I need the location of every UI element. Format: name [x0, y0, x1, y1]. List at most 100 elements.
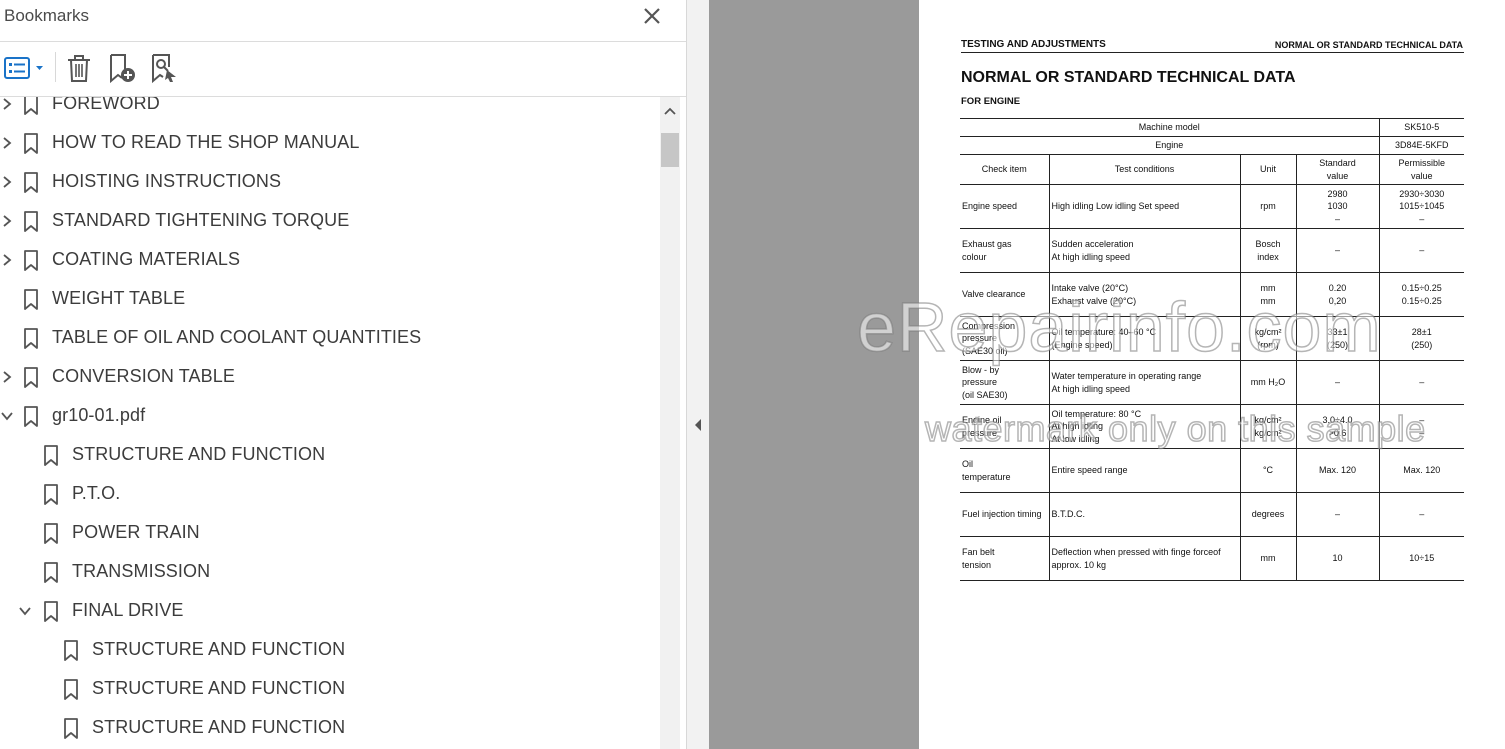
bookmark-item[interactable]: STRUCTURE AND FUNCTION	[0, 631, 660, 670]
table-cell: –	[1378, 492, 1465, 537]
page-header-left: TESTING AND ADJUSTMENTS	[961, 39, 1106, 50]
table-cell: Oil temperature: 40–60 °C (Engine speed)	[1048, 316, 1240, 361]
bookmark-icon	[23, 172, 39, 194]
bookmark-icon	[63, 679, 79, 701]
bookmark-item[interactable]: STANDARD TIGHTENING TORQUE	[0, 202, 660, 241]
table-cell: 0.15÷0.25 0.15÷0.25	[1378, 272, 1465, 317]
bookmark-icon	[23, 250, 39, 272]
bookmark-item[interactable]: TRANSMISSION	[0, 553, 660, 592]
bookmark-label: STANDARD TIGHTENING TORQUE	[52, 210, 350, 230]
engine-label: Engine	[960, 136, 1380, 155]
panel-splitter[interactable]	[687, 0, 709, 749]
bookmark-item[interactable]: CONVERSION TABLE	[0, 358, 660, 397]
bookmark-label: STRUCTURE AND FUNCTION	[72, 444, 326, 464]
chevron-right-icon[interactable]	[0, 251, 14, 269]
bookmark-label: STRUCTURE AND FUNCTION	[92, 639, 346, 659]
bookmark-label: TRANSMISSION	[72, 561, 211, 581]
document-page: TESTING AND ADJUSTMENTS NORMAL OR STANDA…	[919, 0, 1505, 749]
bookmark-icon	[43, 562, 59, 584]
scroll-up-button[interactable]	[660, 103, 680, 119]
table-cell: 0.20 0,20	[1295, 272, 1380, 317]
table-column-header: Unit	[1239, 154, 1296, 185]
chevron-down-icon[interactable]	[18, 602, 32, 620]
find-current-bookmark-icon	[152, 54, 176, 84]
document-subtitle: FOR ENGINE	[961, 96, 1021, 107]
bookmark-item[interactable]: STRUCTURE AND FUNCTION	[0, 709, 660, 748]
bookmark-item[interactable]: COATING MATERIALS	[0, 241, 660, 280]
table-cell: Blow - by pressure (oil SAE30)	[960, 360, 1049, 405]
table-cell: Compression pressure (SAE30 oil)	[960, 316, 1049, 361]
table-cell: rpm	[1239, 184, 1296, 229]
table-cell: mm mm	[1239, 272, 1296, 317]
table-row: Blow - by pressure (oil SAE30) Water temp…	[960, 360, 1465, 405]
table-cell: 28±1 (250)	[1378, 316, 1465, 361]
machine-model-label: Machine model	[960, 118, 1380, 137]
bookmark-item[interactable]: P.T.O.	[0, 475, 660, 514]
bookmark-icon	[23, 289, 39, 311]
new-bookmark-icon	[110, 54, 135, 84]
scrollbar-thumb[interactable]	[661, 133, 679, 167]
engine-value: 3D84E-5KFD	[1378, 136, 1465, 155]
bookmark-label: P.T.O.	[72, 483, 121, 503]
bookmark-label: TABLE OF OIL AND COOLANT QUANTITIES	[52, 327, 422, 347]
table-cell: Engine speed	[960, 184, 1049, 229]
table-cell: – –	[1378, 404, 1465, 449]
bookmark-item[interactable]: FINAL DRIVE	[0, 592, 660, 631]
bookmark-label: WEIGHT TABLE	[52, 288, 186, 308]
collapse-panel-button[interactable]	[693, 418, 703, 432]
table-column-header: Permissible value	[1378, 154, 1465, 185]
table-row: Compression pressure (SAE30 oil) Oil temp…	[960, 316, 1465, 361]
bookmark-label: FINAL DRIVE	[72, 600, 184, 620]
bookmark-icon	[23, 97, 39, 116]
table-cell: 2930÷3030 1015÷1045 –	[1378, 184, 1465, 229]
chevron-right-icon[interactable]	[0, 134, 14, 152]
find-current-bookmark-button[interactable]	[148, 52, 180, 84]
bookmark-label: FOREWORD	[52, 97, 160, 113]
divider	[0, 41, 686, 42]
bookmark-item[interactable]: STRUCTURE AND FUNCTION	[0, 436, 660, 475]
table-cell: Water temperature in operating range At …	[1048, 360, 1240, 405]
bookmark-item[interactable]: HOISTING INSTRUCTIONS	[0, 163, 660, 202]
chevron-right-icon[interactable]	[0, 97, 14, 113]
table-cell: Fan belt tension	[960, 536, 1049, 581]
table-cell: mm H₂O	[1239, 360, 1296, 405]
table-cell: 10÷15	[1378, 536, 1465, 581]
table-column-header: Check item	[960, 154, 1049, 185]
table-cell: Max. 120	[1378, 448, 1465, 493]
bookmark-item[interactable]: FOREWORD	[0, 97, 660, 124]
bookmark-item[interactable]: STRUCTURE AND FUNCTION	[0, 670, 660, 709]
bookmarks-toolbar	[0, 44, 686, 94]
new-bookmark-button[interactable]	[106, 52, 138, 84]
bookmark-tree: FOREWORD HOW TO READ THE SHOP MANUAL HOIST…	[0, 97, 660, 749]
chevron-right-icon[interactable]	[0, 173, 14, 191]
panel-title: Bookmarks	[4, 6, 90, 25]
table-row: Engine oil pressure Oil temperature: 80 °…	[960, 404, 1465, 449]
table-cell: Valve clearance	[960, 272, 1049, 317]
bookmark-label: COATING MATERIALS	[52, 249, 241, 269]
table-cell: Entire speed range	[1048, 448, 1240, 493]
table-cell: mm	[1239, 536, 1296, 581]
options-menu-button[interactable]	[2, 52, 46, 84]
chevron-right-icon[interactable]	[0, 212, 14, 230]
bookmark-item[interactable]: POWER TRAIN	[0, 514, 660, 553]
table-cell: –	[1295, 492, 1380, 537]
vertical-scrollbar[interactable]	[660, 97, 680, 749]
bookmark-label: HOISTING INSTRUCTIONS	[52, 171, 282, 191]
bookmark-item[interactable]: gr10-01.pdf	[0, 397, 660, 436]
chevron-down-icon[interactable]	[0, 407, 14, 425]
bookmark-label: POWER TRAIN	[72, 522, 200, 542]
bookmark-item[interactable]: TABLE OF OIL AND COOLANT QUANTITIES	[0, 319, 660, 358]
delete-bookmark-button[interactable]	[64, 52, 94, 84]
table-cell: kg/cm² kg/cm²	[1239, 404, 1296, 449]
table-column-header: Test conditions	[1048, 154, 1240, 185]
bookmark-item[interactable]: HOW TO READ THE SHOP MANUAL	[0, 124, 660, 163]
close-panel-button[interactable]	[640, 4, 664, 28]
table-cell: B.T.D.C.	[1048, 492, 1240, 537]
header-rule	[961, 52, 1464, 53]
bookmark-icon	[43, 523, 59, 545]
chevron-up-icon	[664, 107, 676, 115]
table-cell: Oil temperature	[960, 448, 1049, 493]
table-column-header: Standard value	[1295, 154, 1380, 185]
chevron-right-icon[interactable]	[0, 368, 14, 386]
bookmark-item[interactable]: WEIGHT TABLE	[0, 280, 660, 319]
